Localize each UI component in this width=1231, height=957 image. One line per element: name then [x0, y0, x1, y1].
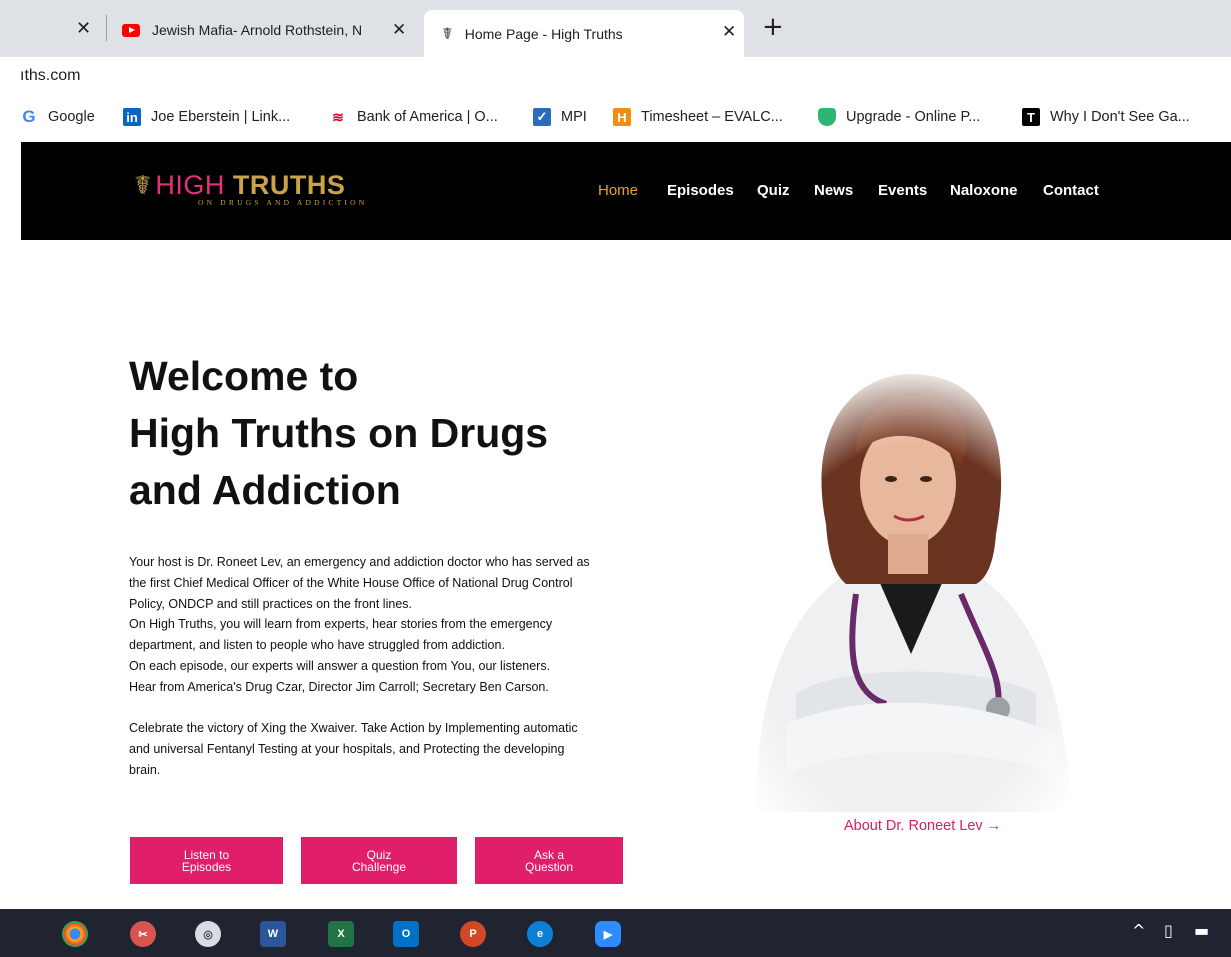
- google-icon: G: [22, 107, 36, 126]
- nav-episodes[interactable]: Episodes: [667, 182, 734, 199]
- bookmark-mpi[interactable]: ✓ MPI: [533, 108, 587, 126]
- bookmark-label: Google: [48, 109, 95, 125]
- nav-news[interactable]: News: [814, 182, 853, 199]
- hero-text-line: Your host is Dr. Roneet Lev, an emergenc…: [129, 555, 590, 569]
- hero-text-line: department, and listen to people who hav…: [129, 638, 505, 653]
- button-label: Ask a Question: [524, 847, 574, 874]
- close-icon[interactable]: ✕: [76, 18, 91, 39]
- nav-naloxone[interactable]: Naloxone: [950, 182, 1018, 199]
- tab-youtube[interactable]: Jewish Mafia- Arnold Rothstein, N ✕: [122, 10, 422, 50]
- hero-text-line: Celebrate the victory of Xing the Xwaive…: [129, 721, 578, 736]
- bank-of-america-icon: ≋: [332, 108, 344, 125]
- hero-text-line: Policy, ONDCP and still practices on the…: [129, 596, 412, 611]
- logo-truths: TRUTHS: [232, 170, 346, 200]
- hero-text-line: and universal Fentanyl Testing at your h…: [129, 742, 565, 757]
- hero-text-line: On each episode, our experts will answer…: [129, 658, 551, 673]
- logo-high: HIGH: [155, 170, 225, 200]
- timesheet-icon: H: [613, 108, 631, 126]
- bookmark-label: Timesheet – EVALC...: [641, 109, 783, 125]
- seal-icon[interactable]: ◎: [195, 921, 221, 947]
- snip-icon[interactable]: ✂: [130, 921, 156, 947]
- close-icon[interactable]: ✕: [722, 22, 736, 42]
- url-text[interactable]: ıths.com: [20, 67, 80, 85]
- hero-text-line: brain.: [129, 762, 161, 777]
- logo-tagline: ON DRUGS AND ADDICTION: [198, 198, 368, 207]
- linkedin-icon: in: [123, 108, 141, 126]
- hero-title-line: High Truths on Drugs: [129, 410, 549, 456]
- hero-title-line: and Addiction: [129, 467, 401, 513]
- bookmark-timesheet[interactable]: H Timesheet – EVALC...: [613, 108, 783, 126]
- bookmark-linkedin[interactable]: in Joe Eberstein | Link...: [123, 108, 290, 126]
- about-dr-lev-link[interactable]: About Dr. Roneet Lev →: [844, 818, 1001, 834]
- caduceus-icon: ☤: [442, 24, 453, 43]
- bookmark-label: Why I Don't See Ga...: [1050, 109, 1190, 125]
- bookmark-label: Upgrade - Online P...: [846, 109, 981, 125]
- upgrade-icon: [818, 108, 836, 126]
- button-label: Listen to Episodes: [181, 847, 232, 874]
- taskbar: ✂ ◎ W X O P e ▶: [0, 909, 1231, 957]
- hero-text-line: Hear from America's Drug Czar, Director …: [129, 679, 549, 694]
- bookmark-why-i-dont-see[interactable]: T Why I Don't See Ga...: [1022, 108, 1190, 126]
- zoom-icon[interactable]: ▶: [595, 921, 621, 947]
- bookmark-label: MPI: [561, 109, 587, 125]
- close-icon[interactable]: ✕: [392, 20, 406, 40]
- tab-strip: ✕ Jewish Mafia- Arnold Rothstein, N ✕ ☤ …: [0, 0, 1231, 57]
- chevron-up-icon[interactable]: ^: [1132, 921, 1145, 940]
- caduceus-icon: ☤: [134, 170, 152, 201]
- site-logo[interactable]: ☤ HIGH TRUTHS: [134, 170, 345, 201]
- tab-title: Home Page - High Truths: [464, 25, 623, 42]
- hero-title: Welcome to High Truths on Drugs and Addi…: [129, 348, 669, 519]
- word-icon[interactable]: W: [260, 921, 286, 947]
- hero-text-line: On High Truths, you will learn from expe…: [129, 617, 553, 632]
- bookmark-label: Bank of America | O...: [357, 109, 498, 125]
- new-tab-button[interactable]: +: [762, 12, 784, 42]
- mpi-icon: ✓: [533, 108, 551, 126]
- chrome-icon[interactable]: [62, 921, 88, 947]
- excel-icon[interactable]: X: [328, 921, 354, 947]
- tab-title: Jewish Mafia- Arnold Rothstein, N: [152, 22, 363, 38]
- nav-events[interactable]: Events: [878, 182, 927, 199]
- address-bar[interactable]: ıths.com: [0, 57, 1231, 97]
- bookmark-bank-of-america[interactable]: ≋ Bank of America | O...: [329, 108, 498, 126]
- powerpoint-icon[interactable]: P: [460, 921, 486, 947]
- nav-contact[interactable]: Contact: [1043, 182, 1099, 199]
- button-label: Quiz Challenge: [351, 847, 407, 874]
- quiz-challenge-button[interactable]: Quiz Challenge: [301, 837, 457, 884]
- bookmark-google[interactable]: G Google: [20, 107, 95, 126]
- usb-icon[interactable]: ▯: [1164, 921, 1173, 940]
- outlook-icon[interactable]: O: [393, 921, 419, 947]
- battery-icon[interactable]: ▬: [1194, 921, 1209, 940]
- dr-roneet-lev-portrait: [736, 364, 1084, 812]
- t-icon: T: [1022, 108, 1040, 126]
- edge-icon[interactable]: e: [527, 921, 553, 947]
- bookmark-upgrade[interactable]: Upgrade - Online P...: [818, 108, 980, 126]
- hero-description: Your host is Dr. Roneet Lev, an emergenc…: [129, 552, 629, 781]
- listen-to-episodes-button[interactable]: Listen to Episodes: [130, 837, 283, 884]
- ask-a-question-button[interactable]: Ask a Question: [475, 837, 623, 884]
- hero-text-line: the first Chief Medical Officer of the W…: [129, 575, 573, 590]
- nav-quiz[interactable]: Quiz: [757, 182, 790, 199]
- bookmark-label: Joe Eberstein | Link...: [151, 109, 291, 125]
- tab-separator: [106, 15, 107, 41]
- youtube-icon: [122, 23, 140, 37]
- nav-home[interactable]: Home: [598, 182, 638, 199]
- logo-text: HIGH TRUTHS: [155, 170, 345, 201]
- tab-high-truths[interactable]: ☤ Home Page - High Truths ✕: [424, 10, 744, 57]
- hero-title-line: Welcome to: [129, 353, 359, 399]
